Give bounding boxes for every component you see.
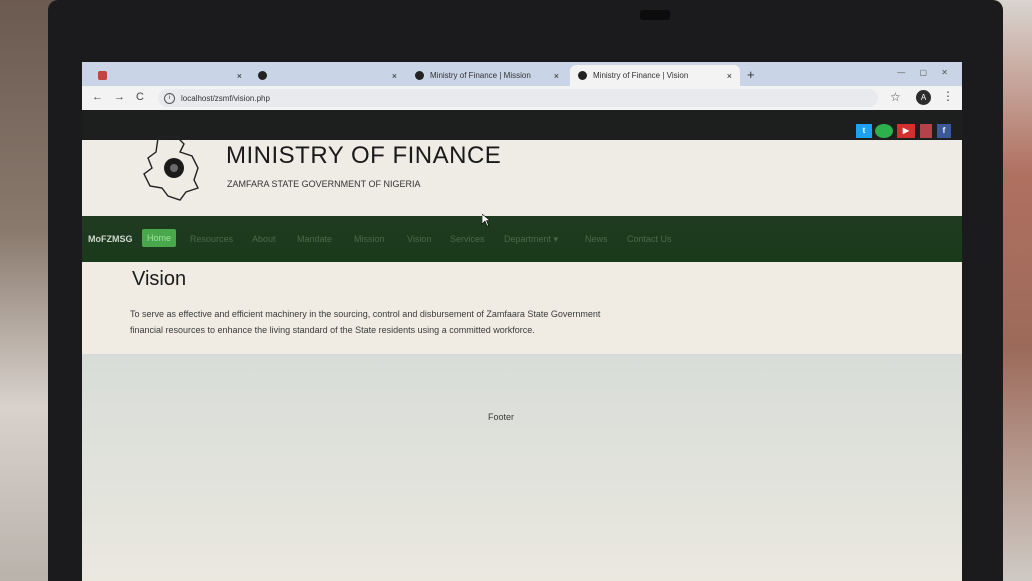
close-icon[interactable]: ×: [237, 71, 242, 81]
url-text: localhost/zsmf/vision.php: [181, 93, 270, 103]
tab-4-active[interactable]: Ministry of Finance | Vision ×: [570, 65, 740, 86]
nav-mandate[interactable]: Mandate: [297, 234, 332, 244]
site-subtitle: ZAMFARA STATE GOVERNMENT OF NIGERIA: [227, 179, 421, 189]
nav-department-dropdown[interactable]: Department ▾: [504, 234, 558, 245]
twitter-icon[interactable]: t: [856, 124, 872, 138]
close-icon[interactable]: ×: [392, 71, 397, 81]
nav-home[interactable]: Home: [142, 229, 177, 247]
navbar-brand[interactable]: MoFZMSG: [88, 234, 133, 244]
instagram-icon[interactable]: [920, 124, 932, 138]
mouse-cursor-icon: [482, 214, 490, 226]
page-heading: Vision: [132, 268, 187, 290]
tab-2[interactable]: ×: [250, 65, 405, 86]
tab-1[interactable]: ×: [90, 65, 250, 86]
back-icon[interactable]: ←: [92, 91, 103, 103]
whatsapp-icon[interactable]: [875, 124, 893, 138]
nav-mission[interactable]: Mission: [354, 234, 385, 244]
tab-favicon-icon: [258, 71, 267, 80]
nav-news[interactable]: News: [585, 234, 608, 244]
facebook-icon[interactable]: f: [937, 124, 951, 138]
tab-3[interactable]: Ministry of Finance | Mission ×: [407, 65, 567, 86]
main-navbar: MoFZMSG Home Resources About Mandate Mis…: [82, 216, 962, 262]
vision-statement: To serve as effective and efficient mach…: [130, 309, 601, 335]
site-top-bar: t ▶ f: [82, 110, 962, 140]
tab-favicon-icon: [415, 71, 424, 80]
tab-title: Ministry of Finance | Vision: [593, 71, 689, 80]
window-controls[interactable]: — ▢ ✕: [897, 68, 954, 77]
youtube-icon[interactable]: ▶: [897, 124, 915, 138]
forward-icon[interactable]: →: [114, 91, 125, 103]
address-bar-row: ← → C i localhost/zsmf/vision.php ☆ A ⋮: [82, 86, 962, 110]
nav-contact-us[interactable]: Contact Us: [627, 234, 672, 244]
close-icon[interactable]: ×: [727, 71, 732, 81]
close-icon[interactable]: ×: [554, 71, 559, 81]
screen: × × Ministry of Finance | Mission × Mini…: [82, 62, 962, 581]
tab-favicon-icon: [578, 71, 587, 80]
tab-favicon-icon: [98, 71, 107, 80]
nav-services[interactable]: Services: [450, 234, 485, 244]
url-input[interactable]: i localhost/zsmf/vision.php: [158, 89, 878, 107]
nav-vision[interactable]: Vision: [407, 234, 431, 244]
site-header: [82, 140, 962, 218]
site-title: MINISTRY OF FINANCE: [226, 142, 502, 169]
menu-icon[interactable]: ⋮: [942, 89, 954, 103]
tab-strip: × × Ministry of Finance | Mission × Mini…: [82, 62, 962, 86]
reload-icon[interactable]: C: [136, 91, 144, 103]
nav-resources[interactable]: Resources: [190, 234, 233, 244]
tab-title: Ministry of Finance | Mission: [430, 71, 531, 80]
zamfara-map-logo: [143, 135, 199, 201]
site-footer: [82, 354, 962, 581]
profile-avatar[interactable]: A: [916, 90, 931, 105]
bookmark-star-icon[interactable]: ☆: [890, 90, 901, 104]
webcam: [640, 10, 670, 20]
info-icon[interactable]: i: [164, 92, 175, 104]
nav-about[interactable]: About: [252, 234, 276, 244]
footer-text: Footer: [488, 412, 515, 422]
new-tab-button[interactable]: +: [747, 67, 755, 82]
